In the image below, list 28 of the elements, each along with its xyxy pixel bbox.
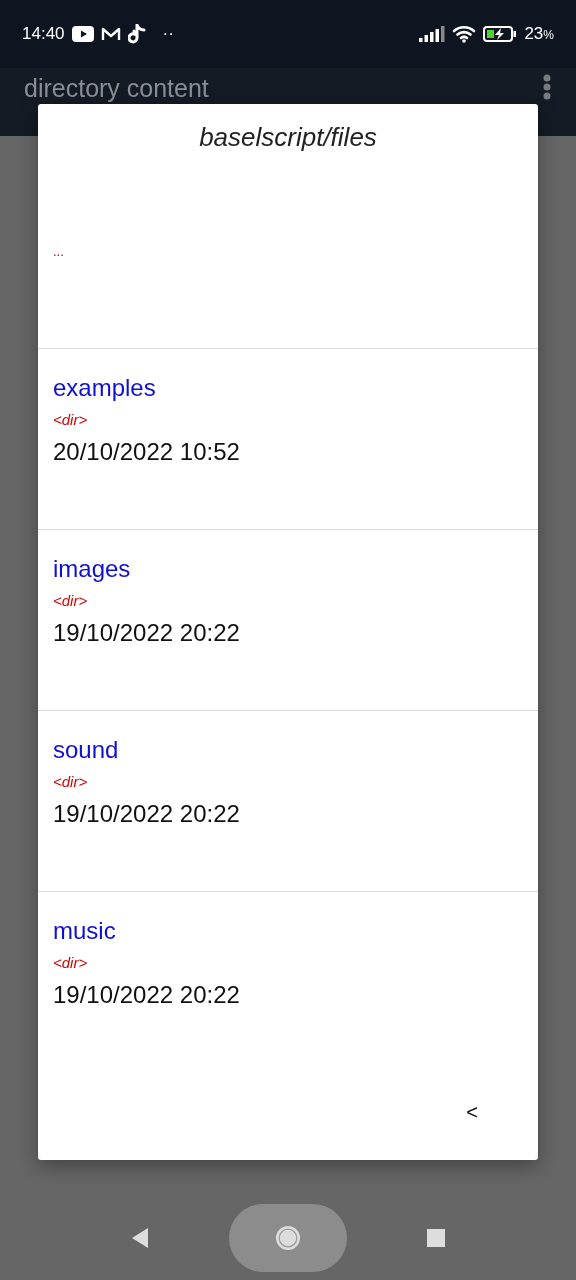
more-notifications-icon: ··: [162, 24, 174, 44]
folder-name[interactable]: images: [53, 554, 131, 584]
modified-date: 19/10/2022 20:22: [53, 619, 240, 647]
folder-name[interactable]: sound: [53, 735, 119, 765]
file-type: <dir>: [53, 592, 88, 609]
modified-date: 19/10/2022 20:22: [53, 981, 240, 1009]
back-button[interactable]: <: [464, 1099, 480, 1126]
file-type: <dir>: [53, 411, 88, 428]
back-icon[interactable]: [131, 1227, 149, 1249]
modified-date: 20/10/2022 10:52: [53, 438, 240, 466]
mail-icon: [100, 26, 121, 42]
modified-date: 19/10/2022 20:22: [53, 800, 240, 828]
file-type: <dir>: [53, 954, 88, 971]
app-title: directory content: [24, 74, 210, 102]
folder-name[interactable]: music: [53, 916, 116, 946]
video-play-icon: [71, 26, 94, 42]
wifi-icon: [452, 25, 477, 43]
parent-directory-link[interactable]: ...: [53, 244, 64, 259]
home-icon: [275, 1225, 301, 1251]
dialog-title: baselscript/files: [199, 122, 377, 153]
folder-name[interactable]: examples: [53, 373, 156, 403]
clock: 14:40: [22, 24, 65, 44]
battery-percentage: 23%: [524, 24, 554, 44]
file-type: <dir>: [53, 773, 88, 790]
more-options-icon[interactable]: [542, 74, 552, 100]
music-note-icon: [127, 24, 146, 44]
battery-charging-icon: [483, 25, 518, 43]
signal-icon: [419, 26, 446, 42]
